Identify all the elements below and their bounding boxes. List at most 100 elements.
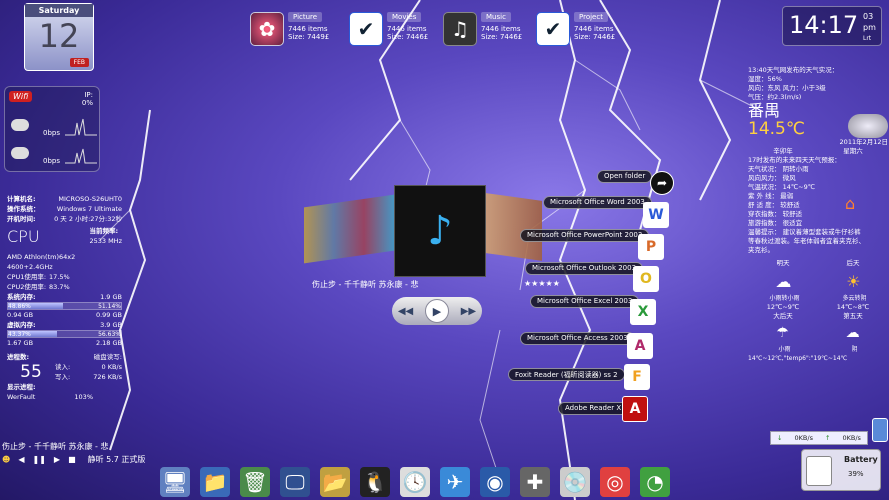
cpu1-label: CPU1使用率: <box>7 273 47 281</box>
forecast-row: 风向风力： 微风 <box>748 174 796 182</box>
paper-plane-icon[interactable]: ✈ <box>440 467 470 497</box>
battery-value: 39% <box>848 470 864 478</box>
launcher-item-access[interactable]: Microsoft Office Access 2003 <box>520 332 635 345</box>
prev-button-icon[interactable]: ◀ <box>18 455 24 464</box>
day4-desc: 阴 <box>851 346 858 353</box>
mem-total: 1.9 GB <box>100 293 122 301</box>
mem-free: 0.99 GB <box>95 311 122 319</box>
word-icon[interactable]: W <box>643 202 669 228</box>
weather-temp: 14.5℃ <box>748 119 805 139</box>
powerpoint-icon[interactable]: P <box>638 234 664 260</box>
emoticon-icon[interactable]: ☻ <box>2 455 10 464</box>
calendar-dayname: Saturday <box>25 4 93 17</box>
launcher-item-word[interactable]: Microsoft Office Word 2003 <box>543 196 652 209</box>
battery-label: Battery <box>844 455 878 464</box>
app-shortcut-music[interactable]: ♫ Music 7446 items Size: 7446£ <box>443 12 522 46</box>
day2-temp: 14℃~8℃ <box>836 303 870 311</box>
taskbar-status: 静听 5.7 正式版 <box>87 455 146 464</box>
picture-icon: ✿ <box>250 12 284 46</box>
wifi-title: Wifi <box>9 91 33 102</box>
folder-icon[interactable]: 📁 <box>200 467 230 497</box>
app-items: 7446 items <box>574 25 614 33</box>
uptime-label: 开机时间: <box>7 215 36 223</box>
open-folder-button[interactable]: Open folder <box>597 170 653 183</box>
cloud-icon <box>848 114 888 138</box>
launcher-item-excel[interactable]: Microsoft Office Excel 2003 <box>530 295 640 308</box>
dvd-icon[interactable]: 💿 <box>560 467 590 497</box>
weather-wind: 风向：东风 风力：小于3级 <box>748 84 826 92</box>
upload-cloud-icon <box>11 147 29 159</box>
computer-label: 计算机名: <box>7 195 36 203</box>
clock-widget: 14:17 03 pm Lrt <box>782 6 882 46</box>
next-icon[interactable]: ▶▶ <box>461 306 476 317</box>
album-cover-active[interactable]: ♪ <box>394 185 486 277</box>
music-player: ♪ 伤止步 - 千千静听 苏永康 - 悲 ★★★★★ ◀◀ ▶ ▶▶ <box>300 185 560 330</box>
pause-button-icon[interactable]: ❚❚ <box>33 455 46 464</box>
app-size: Size: 7446£ <box>387 33 429 41</box>
wifi-percent: 0% <box>81 99 93 107</box>
taskbar-controls: ☻ ◀ ❚❚ ▶ ■ 静听 5.7 正式版 <box>2 454 145 465</box>
music-note-icon: ♪ <box>427 208 453 254</box>
vmem-pct-text: 43.37% <box>8 331 31 338</box>
network-widget: ↓ 0KB/s ↑ 0KB/s <box>770 431 868 445</box>
weather-city: 番禺 <box>748 101 781 120</box>
forecast-row: 气温状况： 14℃~9℃ <box>748 183 816 191</box>
tools-icon[interactable]: ✚ <box>520 467 550 497</box>
clock-mode: Lrt <box>863 35 872 42</box>
media-icon[interactable]: ◉ <box>480 467 510 497</box>
previous-icon[interactable]: ◀◀ <box>398 306 413 317</box>
weather-day3: 大后天 <box>773 312 793 320</box>
app-shortcut-project[interactable]: ✔ Project 7446 items Size: 7446£ <box>536 12 615 46</box>
wifi-widget: Wifi IP: 0% 0bps 0bps <box>4 86 100 172</box>
adobe-reader-icon[interactable]: A <box>622 396 648 422</box>
app-shortcut-movies[interactable]: ✔ Movies 7446 items Size: 7446£ <box>349 12 428 46</box>
excel-icon[interactable]: X <box>630 299 656 325</box>
pie-chart-icon[interactable]: ◔ <box>640 467 670 497</box>
access-icon[interactable]: A <box>627 333 653 359</box>
vmem-pct2: 56.63% <box>98 331 121 338</box>
next-button-icon[interactable]: ▶ <box>54 455 60 464</box>
weather-lunar: 辛卯年 <box>773 147 793 155</box>
player-controls: ◀◀ ▶ ▶▶ <box>392 297 482 325</box>
launcher-item-adobe[interactable]: Adobe Reader X <box>558 402 629 415</box>
wifi-up: 0bps <box>43 157 60 165</box>
net-down: 0KB/s <box>794 434 813 442</box>
app-title: Picture <box>288 12 323 22</box>
mem-used: 0.94 GB <box>7 311 34 319</box>
net-down-icon: ↓ <box>777 434 783 442</box>
chrome-icon[interactable]: ◎ <box>600 467 630 497</box>
launcher-item-powerpoint[interactable]: Microsoft Office PowerPoint 2003 <box>520 229 650 242</box>
app-title: Project <box>574 12 608 22</box>
clock-icon[interactable]: 🕓 <box>400 467 430 497</box>
app-title: Movies <box>387 12 422 22</box>
app-size: Size: 7449£ <box>288 33 330 41</box>
day3-desc: 小雨 <box>778 346 791 353</box>
stop-button-icon[interactable]: ■ <box>68 455 76 464</box>
outlook-icon[interactable]: O <box>633 266 659 292</box>
wifi-ip-label: IP: <box>84 91 93 99</box>
documents-icon[interactable]: 📂 <box>320 467 350 497</box>
arrow-icon[interactable]: ➦ <box>650 171 674 195</box>
weather-day2: 后天 <box>846 259 860 267</box>
rating-stars[interactable]: ★★★★★ <box>524 279 560 288</box>
launcher-item-outlook[interactable]: Microsoft Office Outlook 2003 <box>525 262 644 275</box>
launcher-item-foxit[interactable]: Foxit Reader (福昕阅读器) ss 2 <box>508 368 625 381</box>
forecast-row: 穿衣指数： 较舒适 <box>748 210 803 218</box>
monitor-icon[interactable]: 🖵 <box>280 467 310 497</box>
home-icon[interactable]: ⌂ <box>845 194 855 213</box>
recycle-bin-icon[interactable]: 🗑 <box>240 467 270 497</box>
cpu2-label: CPU2使用率: <box>7 283 47 291</box>
app-shortcut-picture[interactable]: ✿ Picture 7446 items Size: 7449£ <box>250 12 329 46</box>
day1-temp: 12℃~9℃ <box>766 303 800 311</box>
foxit-icon[interactable]: F <box>624 364 650 390</box>
weather-weekday: 星期六 <box>843 147 863 155</box>
vmem-used: 1.67 GB <box>7 339 34 347</box>
side-tab-icon[interactable] <box>872 418 888 442</box>
play-icon[interactable]: ▶ <box>424 299 449 323</box>
show-proc-label: 显示进程: <box>7 383 36 391</box>
download-cloud-icon <box>11 119 29 131</box>
computer-icon[interactable]: 🖥 <box>160 467 190 497</box>
cloud-icon-2: ☁ <box>845 324 860 341</box>
qq-icon[interactable]: 🐧 <box>360 467 390 497</box>
proc-name: WerFault <box>7 393 36 401</box>
